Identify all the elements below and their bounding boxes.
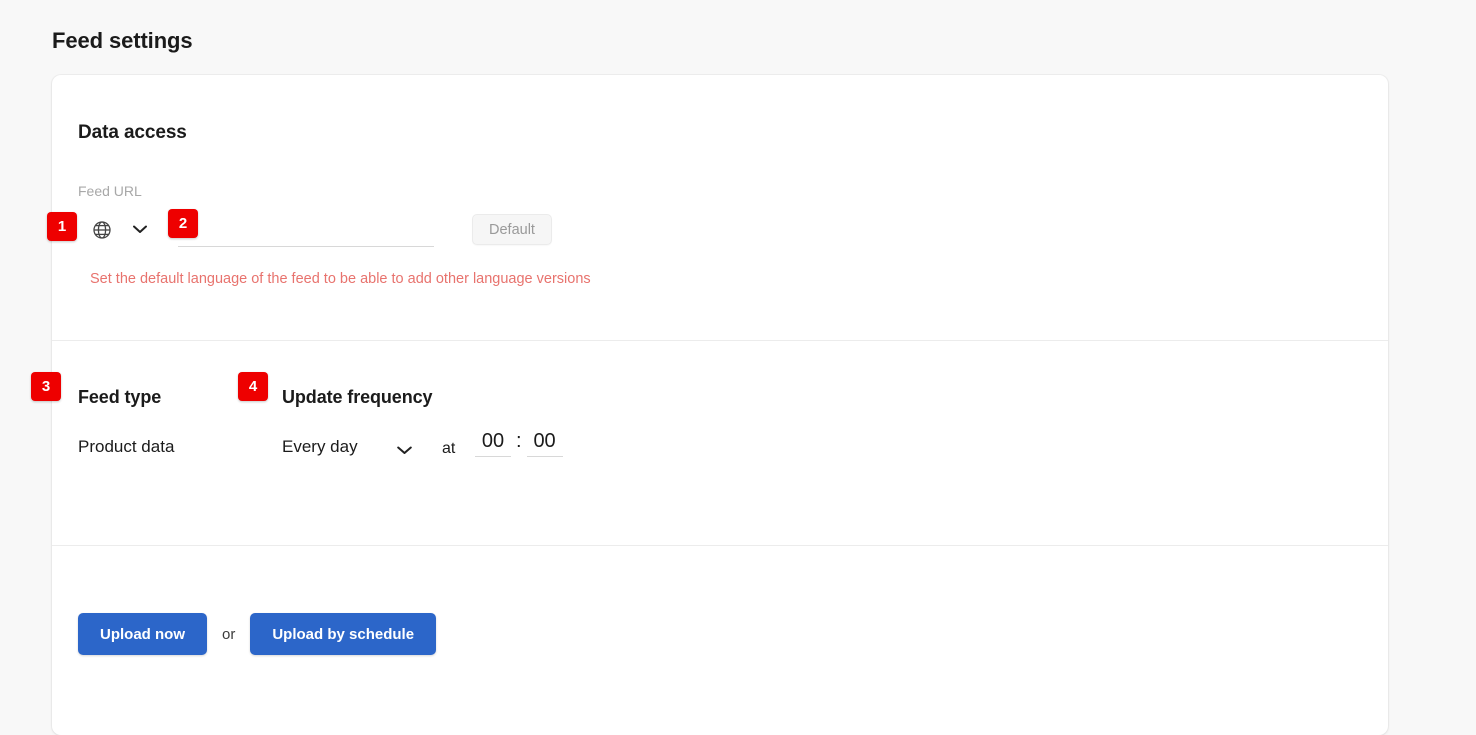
annotation-badge-3: 3 [31, 372, 61, 401]
feed-url-error-message: Set the default language of the feed to … [90, 271, 591, 287]
frequency-chevron-down-icon[interactable] [397, 446, 412, 455]
annotation-badge-2: 2 [168, 209, 198, 238]
feed-type-value: Product data [78, 437, 175, 456]
schedule-hours-input[interactable] [475, 430, 511, 457]
feed-url-input[interactable] [178, 215, 434, 247]
upload-now-button[interactable]: Upload now [78, 613, 207, 655]
time-separator: : [516, 430, 522, 452]
section-heading-feed-type: Feed type [78, 387, 162, 407]
feed-settings-card: Data access Feed URL Default Set the def… [52, 75, 1388, 735]
globe-icon[interactable] [92, 220, 112, 240]
update-frequency-select[interactable]: Every day [282, 437, 358, 457]
page-title: Feed settings [52, 28, 193, 53]
time-at-label: at [442, 440, 456, 457]
upload-by-schedule-button[interactable]: Upload by schedule [250, 613, 437, 655]
upload-actions: Upload now or Upload by schedule [78, 613, 437, 655]
schedule-time-group: : [475, 430, 563, 457]
section-heading-update-frequency: Update frequency [282, 387, 433, 407]
section-divider [52, 340, 1388, 341]
section-divider [52, 545, 1388, 546]
language-chevron-down-icon[interactable] [133, 225, 147, 234]
annotation-badge-1: 1 [47, 212, 77, 241]
annotation-badge-4: 4 [238, 372, 268, 401]
feed-url-label: Feed URL [78, 183, 142, 199]
schedule-minutes-input[interactable] [526, 430, 563, 457]
section-heading-data-access: Data access [78, 122, 187, 143]
default-button[interactable]: Default [472, 214, 552, 245]
or-label: or [222, 625, 236, 643]
